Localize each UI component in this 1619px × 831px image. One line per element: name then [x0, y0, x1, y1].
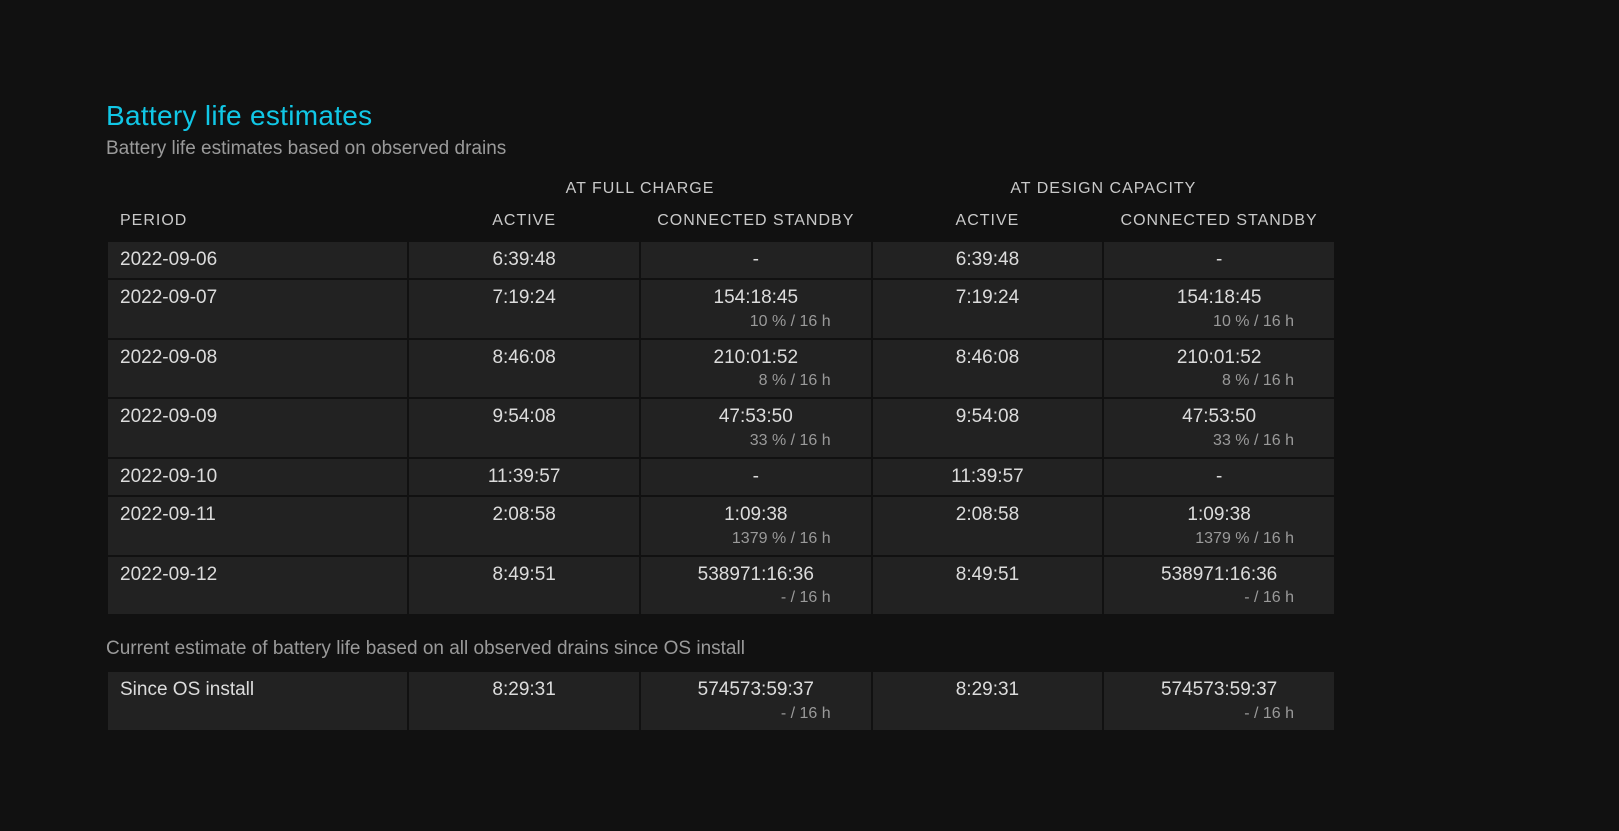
- cell-value: 210:01:52: [714, 347, 799, 368]
- cell-value: -: [753, 249, 759, 270]
- cell-subvalue: 8 % / 16 h: [1116, 371, 1322, 391]
- col-dc-active: ACTIVE: [873, 204, 1103, 240]
- cell-dc-cs: 154:18:45 10 % / 16 h: [1104, 280, 1334, 338]
- cell-period: 2022-09-08: [108, 340, 407, 398]
- col-spacer: [108, 176, 407, 202]
- cell-period: 2022-09-10: [108, 459, 407, 495]
- col-group-design-capacity: AT DESIGN CAPACITY: [873, 176, 1334, 202]
- cell-subvalue: 10 % / 16 h: [653, 312, 859, 332]
- cell-value: -: [1216, 249, 1222, 270]
- cell-dc-active: 2:08:58: [873, 497, 1103, 555]
- cell-dc-active: 7:19:24: [873, 280, 1103, 338]
- table-row: 2022-09-088:46:08210:01:528 % / 16 h8:46…: [108, 340, 1334, 398]
- cell-fc-active: 8:46:08: [409, 340, 639, 398]
- section-subtitle: Battery life estimates based on observed…: [106, 138, 1280, 160]
- cell-fc-active: 8:29:31: [409, 672, 639, 730]
- report-section: Battery life estimates Battery life esti…: [0, 0, 1280, 732]
- cell-fc-cs: 574573:59:37 - / 16 h: [641, 672, 871, 730]
- cell-value: 210:01:52: [1177, 347, 1262, 368]
- cell-value: 538971:16:36: [698, 564, 814, 585]
- col-dc-cs: CONNECTED STANDBY: [1104, 204, 1334, 240]
- cell-period: 2022-09-06: [108, 242, 407, 278]
- table-row: 2022-09-099:54:0847:53:5033 % / 16 h9:54…: [108, 399, 1334, 457]
- cell-value: 47:53:50: [1182, 406, 1256, 427]
- cell-value: 538971:16:36: [1161, 564, 1277, 585]
- table-row: 2022-09-112:08:581:09:381379 % / 16 h2:0…: [108, 497, 1334, 555]
- cell-fc-cs: 154:18:45 10 % / 16 h: [641, 280, 871, 338]
- cell-fc-active: 9:54:08: [409, 399, 639, 457]
- cell-fc-active: 2:08:58: [409, 497, 639, 555]
- table-row: Since OS install 8:29:31 574573:59:37 - …: [108, 672, 1334, 730]
- cell-value: 1:09:38: [1187, 504, 1250, 525]
- cell-subvalue: 8 % / 16 h: [653, 371, 859, 391]
- cell-value: 574573:59:37: [698, 679, 814, 700]
- cell-fc-cs: 210:01:52 8 % / 16 h: [641, 340, 871, 398]
- cell-dc-cs: 47:53:50 33 % / 16 h: [1104, 399, 1334, 457]
- cell-period: 2022-09-09: [108, 399, 407, 457]
- cell-dc-active: 8:29:31: [873, 672, 1103, 730]
- cell-dc-active: 11:39:57: [873, 459, 1103, 495]
- cell-value: 47:53:50: [719, 406, 793, 427]
- cell-value: 154:18:45: [1177, 287, 1262, 308]
- cell-dc-cs: 574573:59:37 - / 16 h: [1104, 672, 1334, 730]
- cell-period: 2022-09-07: [108, 280, 407, 338]
- cell-dc-active: 6:39:48: [873, 242, 1103, 278]
- cell-fc-cs: -: [641, 242, 871, 278]
- cell-dc-cs: -: [1104, 459, 1334, 495]
- col-group-full-charge: AT FULL CHARGE: [409, 176, 870, 202]
- estimates-table: AT FULL CHARGE AT DESIGN CAPACITY PERIOD…: [106, 174, 1336, 616]
- table-row: 2022-09-128:49:51538971:16:36- / 16 h8:4…: [108, 557, 1334, 615]
- summary-subtitle: Current estimate of battery life based o…: [106, 638, 1280, 660]
- table-row: 2022-09-1011:39:57-11:39:57-: [108, 459, 1334, 495]
- cell-period: Since OS install: [108, 672, 407, 730]
- cell-fc-cs: 538971:16:36 - / 16 h: [641, 557, 871, 615]
- summary-table: Since OS install 8:29:31 574573:59:37 - …: [106, 670, 1336, 732]
- section-title: Battery life estimates: [106, 100, 1280, 132]
- cell-subvalue: 33 % / 16 h: [653, 431, 859, 451]
- col-fc-cs: CONNECTED STANDBY: [641, 204, 871, 240]
- cell-subvalue: - / 16 h: [1116, 704, 1322, 724]
- cell-dc-active: 8:46:08: [873, 340, 1103, 398]
- cell-value: -: [1216, 466, 1222, 487]
- cell-dc-cs: -: [1104, 242, 1334, 278]
- cell-period: 2022-09-12: [108, 557, 407, 615]
- cell-fc-active: 7:19:24: [409, 280, 639, 338]
- cell-value: -: [753, 466, 759, 487]
- cell-fc-cs: -: [641, 459, 871, 495]
- cell-value: 154:18:45: [714, 287, 799, 308]
- cell-subvalue: 1379 % / 16 h: [653, 529, 859, 549]
- cell-dc-active: 8:49:51: [873, 557, 1103, 615]
- cell-dc-cs: 210:01:52 8 % / 16 h: [1104, 340, 1334, 398]
- cell-subvalue: - / 16 h: [653, 704, 859, 724]
- cell-fc-cs: 1:09:38 1379 % / 16 h: [641, 497, 871, 555]
- col-fc-active: ACTIVE: [409, 204, 639, 240]
- table-row: 2022-09-066:39:48-6:39:48-: [108, 242, 1334, 278]
- cell-fc-active: 8:49:51: [409, 557, 639, 615]
- cell-dc-cs: 538971:16:36 - / 16 h: [1104, 557, 1334, 615]
- cell-period: 2022-09-11: [108, 497, 407, 555]
- cell-subvalue: 1379 % / 16 h: [1116, 529, 1322, 549]
- cell-fc-cs: 47:53:50 33 % / 16 h: [641, 399, 871, 457]
- table-row: 2022-09-077:19:24154:18:4510 % / 16 h7:1…: [108, 280, 1334, 338]
- cell-value: 1:09:38: [724, 504, 787, 525]
- cell-fc-active: 6:39:48: [409, 242, 639, 278]
- cell-subvalue: 10 % / 16 h: [1116, 312, 1322, 332]
- cell-fc-active: 11:39:57: [409, 459, 639, 495]
- cell-value: 574573:59:37: [1161, 679, 1277, 700]
- cell-subvalue: - / 16 h: [1116, 588, 1322, 608]
- cell-subvalue: 33 % / 16 h: [1116, 431, 1322, 451]
- col-period: PERIOD: [108, 204, 407, 240]
- cell-dc-active: 9:54:08: [873, 399, 1103, 457]
- cell-subvalue: - / 16 h: [653, 588, 859, 608]
- cell-dc-cs: 1:09:38 1379 % / 16 h: [1104, 497, 1334, 555]
